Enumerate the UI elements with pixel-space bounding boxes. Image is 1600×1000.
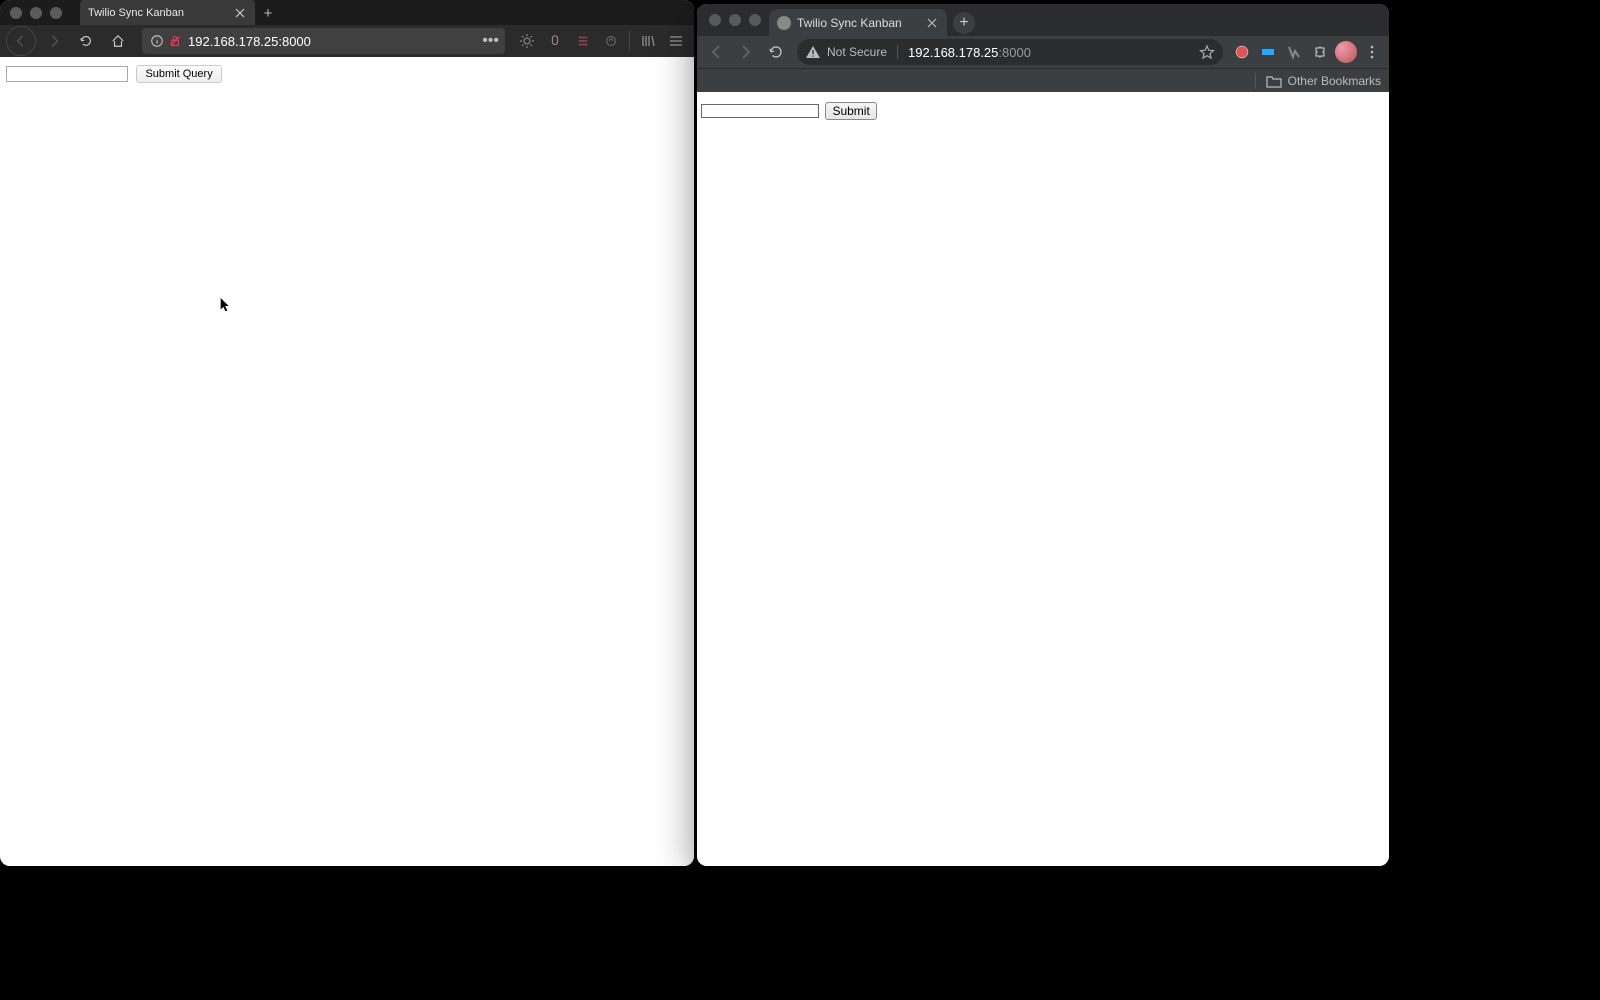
url-port: :8000 bbox=[998, 45, 1031, 60]
close-tab-button[interactable] bbox=[233, 6, 247, 20]
chrome-titlebar: Twilio Sync Kanban + bbox=[697, 4, 1389, 36]
other-bookmarks-button[interactable]: Other Bookmarks bbox=[1288, 74, 1381, 88]
traffic-lights bbox=[697, 14, 761, 26]
not-secure-label: Not Secure bbox=[827, 45, 887, 59]
forward-button[interactable] bbox=[733, 39, 759, 65]
chrome-menu-button[interactable] bbox=[1361, 41, 1383, 63]
page-actions-button[interactable]: ••• bbox=[482, 32, 499, 50]
extensions-puzzle-icon[interactable] bbox=[1309, 41, 1331, 63]
bookmark-star-button[interactable] bbox=[1199, 44, 1215, 60]
bookmarks-bar: Other Bookmarks bbox=[697, 68, 1389, 92]
url-host: 192.168.178.25 bbox=[908, 45, 998, 60]
extension-icon[interactable] bbox=[543, 29, 567, 53]
extension-icon[interactable] bbox=[599, 29, 623, 53]
extension-icon[interactable] bbox=[1257, 41, 1279, 63]
address-bar[interactable]: 192.168.178.25:8000 ••• bbox=[142, 28, 505, 54]
site-info-icon[interactable] bbox=[148, 32, 166, 50]
new-tab-button[interactable]: + bbox=[953, 12, 975, 34]
gear-extension-icon[interactable] bbox=[515, 29, 539, 53]
close-window-button[interactable] bbox=[709, 14, 721, 26]
close-tab-button[interactable] bbox=[925, 16, 939, 30]
forward-button[interactable] bbox=[40, 27, 68, 55]
firefox-window: Twilio Sync Kanban + 192.168.178.25 bbox=[0, 0, 694, 866]
profile-avatar[interactable] bbox=[1335, 41, 1357, 63]
warning-icon[interactable] bbox=[805, 44, 821, 60]
toolbar-divider bbox=[629, 31, 630, 51]
insecure-lock-icon[interactable] bbox=[166, 32, 184, 50]
url-separator bbox=[897, 45, 898, 59]
url-text: 192.168.178.25:8000 bbox=[184, 34, 482, 49]
mouse-cursor-icon bbox=[220, 298, 232, 314]
library-button[interactable] bbox=[636, 29, 660, 53]
chrome-page-content: Submit bbox=[697, 92, 1389, 866]
firefox-page-content: Submit Query bbox=[0, 57, 694, 866]
maximize-window-button[interactable] bbox=[749, 14, 761, 26]
browser-tab[interactable]: Twilio Sync Kanban bbox=[769, 9, 947, 36]
toolbar-divider bbox=[1255, 73, 1256, 89]
new-tab-button[interactable]: + bbox=[258, 3, 278, 23]
extension-icon[interactable] bbox=[1283, 41, 1305, 63]
tab-favicon-icon bbox=[777, 16, 791, 30]
submit-button[interactable]: Submit bbox=[825, 102, 876, 120]
reload-button[interactable] bbox=[72, 27, 100, 55]
extension-icon[interactable] bbox=[571, 29, 595, 53]
maximize-window-button[interactable] bbox=[50, 7, 62, 19]
submit-query-button[interactable]: Submit Query bbox=[136, 65, 221, 83]
firefox-titlebar: Twilio Sync Kanban + bbox=[0, 0, 694, 25]
tab-title: Twilio Sync Kanban bbox=[88, 7, 233, 19]
home-button[interactable] bbox=[104, 27, 132, 55]
close-window-button[interactable] bbox=[10, 7, 22, 19]
app-menu-button[interactable] bbox=[664, 29, 688, 53]
minimize-window-button[interactable] bbox=[729, 14, 741, 26]
url-text: 192.168.178.25:8000 bbox=[908, 45, 1031, 60]
firefox-toolbar: 192.168.178.25:8000 ••• bbox=[0, 25, 694, 57]
back-button[interactable] bbox=[6, 26, 36, 56]
tab-title: Twilio Sync Kanban bbox=[797, 16, 919, 30]
chrome-window: Twilio Sync Kanban + Not Secure 192.168.… bbox=[697, 4, 1389, 866]
traffic-lights bbox=[0, 7, 62, 19]
extension-icon[interactable] bbox=[1231, 41, 1253, 63]
browser-tab[interactable]: Twilio Sync Kanban bbox=[80, 0, 255, 25]
folder-icon bbox=[1266, 74, 1282, 88]
address-bar[interactable]: Not Secure 192.168.178.25:8000 bbox=[797, 39, 1223, 65]
reload-button[interactable] bbox=[763, 39, 789, 65]
query-input[interactable] bbox=[701, 104, 819, 118]
chrome-toolbar: Not Secure 192.168.178.25:8000 bbox=[697, 36, 1389, 68]
minimize-window-button[interactable] bbox=[30, 7, 42, 19]
query-input[interactable] bbox=[6, 66, 128, 82]
back-button[interactable] bbox=[703, 39, 729, 65]
